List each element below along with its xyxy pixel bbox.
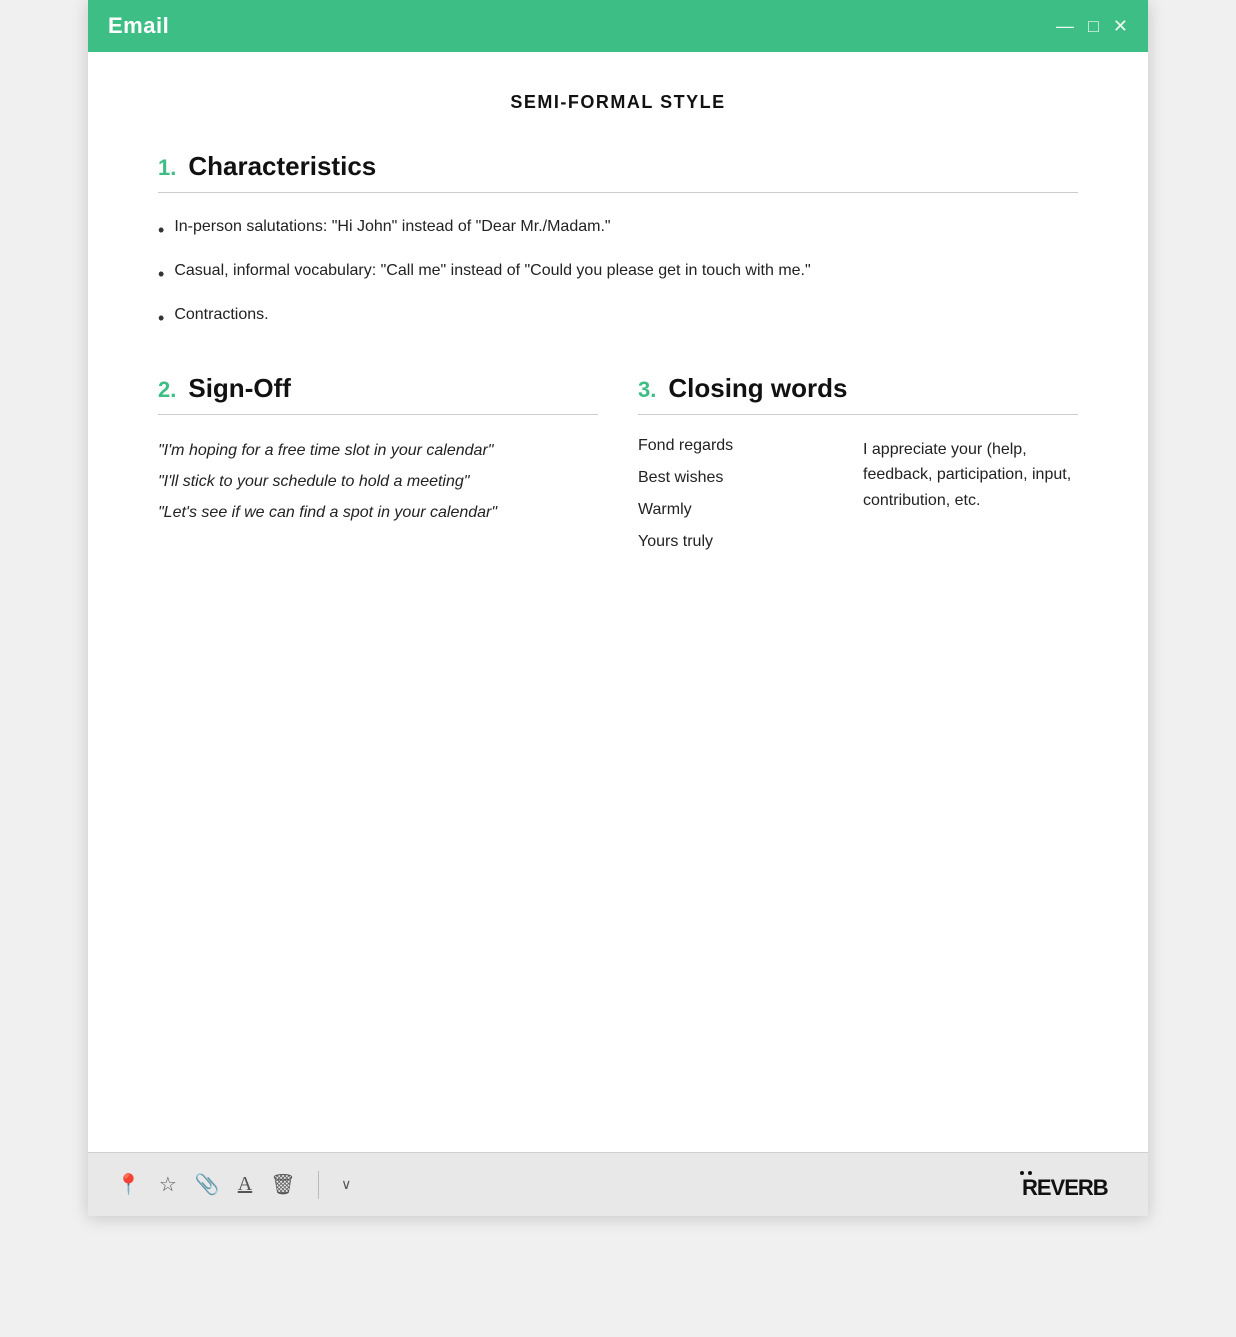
list-item: • Contractions. [158,303,1078,333]
delete-icon[interactable]: 🗑 [270,1172,295,1197]
reverb-logo: REVERB [1020,1167,1120,1203]
section1-header: 1. Characteristics [158,151,1078,182]
section2-number: 2. [158,377,176,403]
closing-words-list: Fond regards Best wishes Warmly Yours tr… [638,437,853,551]
section3-number: 3. [638,377,656,403]
closing-word-4: Yours truly [638,533,853,551]
list-item: • In-person salutations: "Hi John" inste… [158,215,1078,245]
section1-number: 1. [158,155,176,181]
bullet-text: In-person salutations: "Hi John" instead… [174,215,610,240]
maximize-button[interactable]: □ [1088,16,1099,37]
closing-word-2: Best wishes [638,469,853,487]
titlebar: Email — □ ✕ [88,0,1148,52]
footer-divider [318,1171,320,1199]
section-signoff: 2. Sign-Off "I'm hoping for a free time … [158,373,598,551]
reverb-logo-svg: REVERB [1020,1167,1120,1203]
list-item: • Casual, informal vocabulary: "Call me"… [158,259,1078,289]
close-button[interactable]: ✕ [1113,16,1128,37]
main-title: SEMI-FORMAL STYLE [158,92,1078,113]
closing-word-3: Warmly [638,501,853,519]
window-title: Email [108,13,169,39]
bullet-icon: • [158,305,164,333]
location-icon[interactable]: 📍 [116,1172,141,1197]
section2-divider [158,414,598,415]
footer-bar: 📍 ☆ 📎 A 🗑 ∨ REVERB [88,1152,1148,1216]
bullet-icon: • [158,217,164,245]
more-options-button[interactable]: ∨ [341,1176,351,1193]
bullet-text: Casual, informal vocabulary: "Call me" i… [174,259,810,284]
closing-desc-text: I appreciate your (help, feedback, parti… [863,437,1078,514]
section1-title: Characteristics [188,151,376,182]
section-characteristics: 1. Characteristics • In-person salutatio… [158,151,1078,333]
content-area: SEMI-FORMAL STYLE 1. Characteristics • I… [88,52,1148,1152]
characteristics-list: • In-person salutations: "Hi John" inste… [158,215,1078,333]
window-controls: — □ ✕ [1056,16,1128,37]
text-format-icon[interactable]: A [238,1173,252,1196]
section2-title: Sign-Off [188,373,291,404]
app-window: Email — □ ✕ SEMI-FORMAL STYLE 1. Charact… [88,0,1148,1216]
two-column-sections: 2. Sign-Off "I'm hoping for a free time … [158,373,1078,551]
signoff-item-2: "I'll stick to your schedule to hold a m… [158,468,598,495]
section2-header: 2. Sign-Off [158,373,598,404]
attachment-icon[interactable]: 📎 [195,1172,220,1197]
section1-divider [158,192,1078,193]
section3-title: Closing words [668,373,847,404]
closing-word-1: Fond regards [638,437,853,455]
section3-divider [638,414,1078,415]
closing-description: I appreciate your (help, feedback, parti… [863,437,1078,551]
section3-header: 3. Closing words [638,373,1078,404]
minimize-button[interactable]: — [1056,16,1074,37]
signoff-item-1: "I'm hoping for a free time slot in your… [158,437,598,464]
section-closing: 3. Closing words Fond regards Best wishe… [638,373,1078,551]
star-icon[interactable]: ☆ [159,1172,177,1197]
bullet-text: Contractions. [174,303,268,328]
svg-text:REVERB: REVERB [1022,1175,1108,1200]
footer-icons: 📍 ☆ 📎 A 🗑 ∨ [116,1171,351,1199]
signoff-item-3: "Let's see if we can find a spot in your… [158,499,598,526]
closing-grid: Fond regards Best wishes Warmly Yours tr… [638,437,1078,551]
bullet-icon: • [158,261,164,289]
